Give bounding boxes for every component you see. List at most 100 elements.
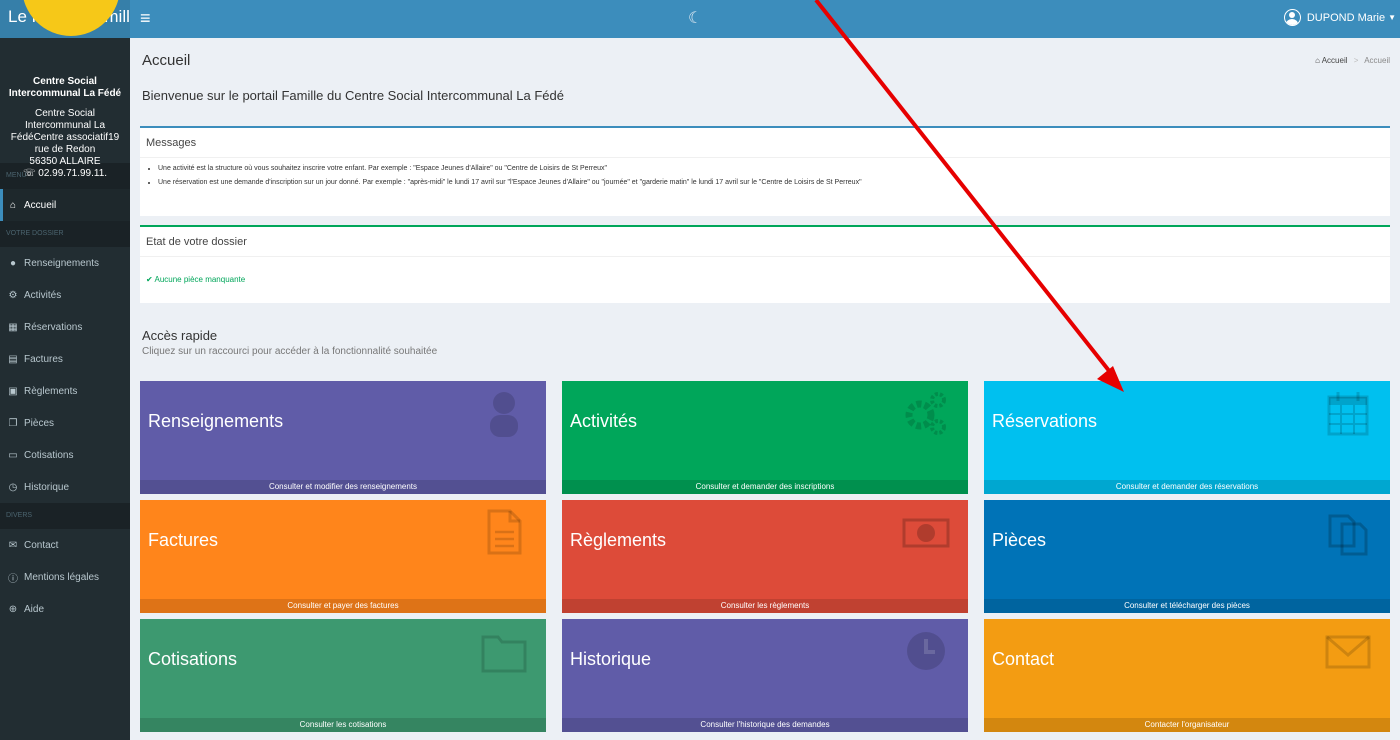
tile-title: Historique bbox=[570, 649, 652, 669]
main-content: Accueil ⌂ Accueil > Accueil Bienvenue su… bbox=[130, 38, 1400, 740]
tile-reglements[interactable]: Règlements Consulter les règlements bbox=[562, 500, 968, 613]
money-icon bbox=[902, 518, 950, 548]
sidebar-item-label: Pièces bbox=[24, 417, 55, 429]
file-icon: ▤ bbox=[8, 353, 18, 365]
info-icon: ⓘ bbox=[8, 573, 18, 585]
welcome-text: Bienvenue sur le portail Famille du Cent… bbox=[142, 88, 564, 103]
sidebar-item-label: Accueil bbox=[24, 199, 57, 211]
envelope-icon: ✉ bbox=[8, 539, 18, 551]
dossier-box-title: Etat de votre dossier bbox=[140, 227, 1390, 257]
sidebar-item-activites[interactable]: ⚙ Activités bbox=[0, 279, 130, 311]
sidebar-item-contact[interactable]: ✉ Contact bbox=[0, 529, 130, 561]
user-icon bbox=[490, 392, 518, 437]
sidebar-item-label: Réservations bbox=[24, 321, 83, 333]
sidebar-item-label: Règlements bbox=[24, 385, 78, 397]
sidebar-item-aide[interactable]: ⊕ Aide bbox=[0, 593, 130, 625]
tile-footer-link[interactable]: Consulter et demander des inscriptions bbox=[562, 480, 968, 494]
organisation-name: Centre Social Intercommunal La Fédé bbox=[8, 76, 122, 99]
tile-title: Factures bbox=[148, 530, 219, 550]
logo-area[interactable]: Le Portail Famille bbox=[0, 0, 130, 38]
breadcrumb-link-accueil[interactable]: Accueil bbox=[1322, 56, 1348, 65]
home-icon: ⌂ bbox=[1315, 56, 1320, 65]
sidebar-item-reservations[interactable]: ▦ Réservations bbox=[0, 311, 130, 343]
organisation-panel: Centre Social Intercommunal La Fédé Cent… bbox=[0, 38, 130, 179]
user-menu[interactable]: DUPOND Marie ▼ bbox=[1283, 9, 1396, 26]
sidebar-header-dossier: VOTRE DOSSIER bbox=[0, 221, 130, 247]
sidebar-item-label: Mentions légales bbox=[24, 571, 100, 583]
user-avatar-icon bbox=[1283, 9, 1301, 26]
user-icon: ● bbox=[9, 257, 17, 269]
organisation-street: Centre Social Intercommunal La FédéCentr… bbox=[10, 108, 120, 155]
gears-icon bbox=[905, 392, 946, 435]
money-icon: ▣ bbox=[8, 385, 18, 397]
tile-title: Renseignements bbox=[148, 411, 284, 431]
sidebar-item-factures[interactable]: ▤ Factures bbox=[0, 343, 130, 375]
breadcrumb-current: Accueil bbox=[1364, 56, 1390, 65]
tile-historique[interactable]: Historique Consulter l'historique des de… bbox=[562, 619, 968, 732]
sidebar-item-cotisations[interactable]: ▭ Cotisations bbox=[0, 439, 130, 471]
tile-pieces[interactable]: Pièces Consulter et télécharger des pièc… bbox=[984, 500, 1390, 613]
tile-activites[interactable]: Activités Consulter et demander des insc… bbox=[562, 381, 968, 494]
tile-footer-link[interactable]: Consulter et modifier des renseignements bbox=[140, 480, 546, 494]
top-navbar: Le Portail Famille ≡ ☾ DUPOND Marie ▼ bbox=[0, 0, 1400, 38]
tile-title: Contact bbox=[992, 649, 1055, 669]
message-item: Une réservation est une demande d'inscri… bbox=[158, 176, 1390, 190]
organisation-phone: 02.99.71.99.11. bbox=[38, 168, 108, 179]
folder-icon bbox=[481, 635, 527, 673]
gears-icon: ⚙ bbox=[8, 289, 18, 301]
tile-footer-link[interactable]: Consulter les règlements bbox=[562, 599, 968, 613]
sidebar: Centre Social Intercommunal La Fédé Cent… bbox=[0, 38, 130, 740]
tile-footer-link[interactable]: Consulter et télécharger des pièces bbox=[984, 599, 1390, 613]
calendar-icon bbox=[1327, 392, 1369, 436]
file-icon bbox=[487, 509, 522, 555]
tile-footer-link[interactable]: Consulter les cotisations bbox=[140, 718, 546, 732]
sidebar-item-historique[interactable]: ◷ Historique bbox=[0, 471, 130, 503]
tile-footer-link[interactable]: Contacter l'organisateur bbox=[984, 718, 1390, 732]
tile-footer-link[interactable]: Consulter l'historique des demandes bbox=[562, 718, 968, 732]
hamburger-menu-icon[interactable]: ≡ bbox=[140, 8, 151, 29]
calendar-icon: ▦ bbox=[8, 321, 18, 333]
lifebuoy-icon: ⊕ bbox=[8, 603, 18, 615]
sidebar-header-divers: DIVERS bbox=[0, 503, 130, 529]
caret-down-icon: ▼ bbox=[1388, 13, 1396, 22]
messages-box: Messages Une activité est la structure o… bbox=[140, 126, 1390, 216]
tile-reservations[interactable]: Réservations Consulter et demander des r… bbox=[984, 381, 1390, 494]
sidebar-item-label: Factures bbox=[24, 353, 63, 365]
breadcrumb: ⌂ Accueil > Accueil bbox=[1315, 56, 1390, 65]
tile-footer-link[interactable]: Consulter et payer des factures bbox=[140, 599, 546, 613]
tile-contact[interactable]: Contact Contacter l'organisateur bbox=[984, 619, 1390, 732]
quick-access-subtitle: Cliquez sur un raccourci pour accéder à … bbox=[142, 346, 438, 357]
tile-cotisations[interactable]: Cotisations Consulter les cotisations bbox=[140, 619, 546, 732]
tile-title: Règlements bbox=[570, 530, 667, 550]
tile-footer-link[interactable]: Consulter et demander des réservations bbox=[984, 480, 1390, 494]
page-title: Accueil bbox=[142, 52, 191, 69]
clock-icon: ◷ bbox=[8, 481, 18, 493]
sidebar-item-label: Historique bbox=[24, 481, 70, 493]
sidebar-item-reglements[interactable]: ▣ Règlements bbox=[0, 375, 130, 407]
tile-factures[interactable]: Factures Consulter et payer des factures bbox=[140, 500, 546, 613]
dossier-status: ✔ Aucune pièce manquante bbox=[146, 275, 245, 284]
clock-icon bbox=[907, 632, 945, 670]
messages-box-title: Messages bbox=[140, 128, 1390, 158]
tile-title: Pièces bbox=[992, 530, 1047, 550]
copy-icon bbox=[1328, 514, 1368, 556]
copy-icon: ❐ bbox=[8, 417, 18, 429]
sidebar-item-pieces[interactable]: ❐ Pièces bbox=[0, 407, 130, 439]
sidebar-item-label: Renseignements bbox=[24, 257, 100, 269]
messages-list: Une activité est la structure où vous so… bbox=[140, 158, 1390, 190]
folder-icon: ▭ bbox=[8, 449, 18, 461]
organisation-city: 56350 ALLAIRE bbox=[29, 156, 101, 167]
tile-title: Réservations bbox=[992, 411, 1098, 431]
home-icon: ⌂ bbox=[9, 199, 17, 211]
sidebar-item-accueil[interactable]: ⌂ Accueil bbox=[0, 189, 130, 221]
tile-title: Activités bbox=[570, 411, 638, 431]
quick-access-title: Accès rapide bbox=[142, 328, 218, 343]
sidebar-item-label: Activités bbox=[24, 289, 62, 301]
user-name: DUPOND Marie bbox=[1306, 11, 1386, 24]
sidebar-item-label: Contact bbox=[24, 539, 59, 551]
sidebar-item-mentions-legales[interactable]: ⓘ Mentions légales bbox=[0, 561, 130, 593]
message-item: Une activité est la structure où vous so… bbox=[158, 162, 1390, 176]
tile-renseignements[interactable]: Renseignements Consulter et modifier des… bbox=[140, 381, 546, 494]
sidebar-item-renseignements[interactable]: ● Renseignements bbox=[0, 247, 130, 279]
sidebar-item-label: Aide bbox=[24, 603, 45, 615]
